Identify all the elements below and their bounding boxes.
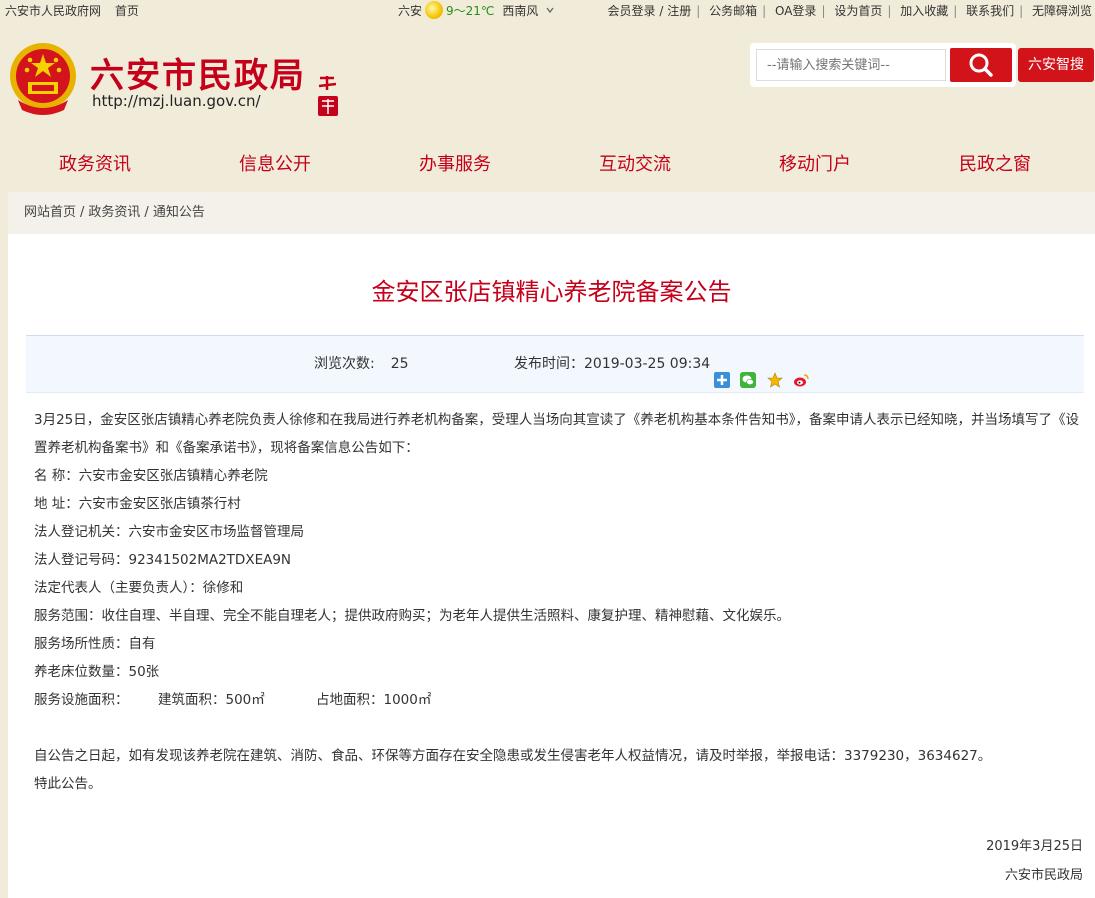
area-label: 服务设施面积：: [34, 692, 129, 708]
contact-link[interactable]: 联系我们: [966, 4, 1014, 18]
content-area: 网站首页 / 政务资讯 / 通知公告 金安区张店镇精心养老院备案公告 浏览次数: 25 发…: [8, 192, 1095, 898]
weibo-icon[interactable]: [793, 356, 810, 387]
national-emblem-icon: [10, 43, 76, 115]
top-bar: 六安市人民政府网 首页 六安 9～21℃ 西南风 会员登录 / 注册 | 公务邮箱 | …: [0, 0, 1095, 22]
chevron-down-icon[interactable]: [546, 5, 554, 15]
gov-site-link[interactable]: 六安市人民政府网: [5, 4, 101, 18]
main-nav: 政务资讯 信息公开 办事服务 互动交流 移动门户 民政之窗: [0, 130, 1095, 192]
article-body: 3月25日，金安区张店镇精心养老院负责人徐修和在我局进行养老机构备案，受理人当场…: [26, 406, 1086, 798]
nav-info-public[interactable]: 信息公开: [200, 150, 350, 176]
field-address: 地 址：六安市金安区张店镇茶行村: [34, 496, 241, 512]
views-value: 25: [390, 356, 409, 372]
smart-search-button[interactable]: 六安智搜: [1018, 48, 1094, 82]
field-service-scope: 服务范围：收住自理、半自理、完全不能自理老人；提供政府购买；为老年人提供生活照料…: [34, 608, 790, 624]
field-name: 名 称：六安市金安区张店镇精心养老院: [34, 468, 268, 484]
intro-paragraph: 3月25日，金安区张店镇精心养老院负责人徐修和在我局进行养老机构备案，受理人当场…: [34, 412, 1080, 456]
view-count: 浏览次数: 25: [314, 336, 409, 392]
sign-org: 六安市民政局: [1004, 868, 1083, 883]
sun-icon: [425, 0, 444, 19]
field-registration-number: 法人登记号码：92341502MA2TDXEA9N: [34, 552, 292, 568]
article-meta: 浏览次数: 25 发布时间：2019-03-25 09:34: [26, 335, 1084, 393]
search-icon: [969, 53, 993, 77]
field-registration-authority: 法人登记机关：六安市金安区市场监督管理局: [34, 524, 304, 540]
breadcrumb: 网站首页 / 政务资讯 / 通知公告: [8, 192, 1095, 234]
nav-services[interactable]: 办事服务: [380, 150, 530, 176]
top-bar-left: 六安市人民政府网 首页: [5, 0, 149, 22]
breadcrumb-notices[interactable]: 通知公告: [153, 205, 205, 220]
weather-widget: 六安 9～21℃ 西南风: [398, 0, 554, 22]
nav-news[interactable]: 政务资讯: [20, 150, 170, 176]
add-favorite-link[interactable]: 加入收藏: [900, 4, 948, 18]
notice-paragraph: 自公告之日起，如有发现该养老院在建筑、消防、食品、环保等方面存在安全隐患或发生侵…: [34, 748, 992, 764]
search-box: [750, 43, 1016, 87]
land-area: 占地面积：1000㎡: [316, 692, 432, 708]
weather-temp: 9～21℃: [446, 4, 495, 18]
weather-city: 六安: [398, 4, 423, 18]
set-homepage-link[interactable]: 设为首页: [834, 4, 882, 18]
share-buttons: [714, 356, 815, 388]
nav-civil-window[interactable]: 民政之窗: [920, 150, 1070, 176]
site-header: 六安市民政局 http://mzj.luan.gov.cn/ 六安智搜: [0, 22, 1095, 130]
building-area: 建筑面积：500㎡: [158, 692, 265, 708]
article-title: 金安区张店镇精心养老院备案公告: [371, 278, 732, 306]
field-bed-count: 养老床位数量：50张: [34, 664, 160, 680]
mail-link[interactable]: 公务邮箱: [709, 4, 757, 18]
breadcrumb-news[interactable]: 政务资讯: [88, 205, 140, 220]
weather-wind: 西南风: [502, 4, 539, 18]
home-link[interactable]: 首页: [115, 4, 139, 18]
search-button[interactable]: [950, 48, 1012, 82]
date-label: 发布时间：: [514, 356, 584, 372]
sign-date: 2019年3月25日: [986, 839, 1083, 854]
publish-time: 发布时间：2019-03-25 09:34: [514, 336, 710, 392]
top-links: 会员登录 / 注册 | 公务邮箱 | OA登录 | 设为首页 | 加入收藏 | 联系我们 |…: [607, 4, 1092, 18]
views-label: 浏览次数:: [314, 356, 375, 372]
member-login-link[interactable]: 会员登录 / 注册: [608, 4, 692, 18]
favorite-star-icon[interactable]: [767, 356, 783, 388]
field-legal-rep: 法定代表人（主要负责人）：徐修和: [34, 580, 244, 596]
oa-login-link[interactable]: OA登录: [775, 4, 816, 18]
wechat-icon[interactable]: [740, 356, 757, 388]
accessibility-link[interactable]: 无障碍浏览: [1032, 4, 1092, 18]
nav-interaction[interactable]: 互动交流: [560, 150, 710, 176]
breadcrumb-home[interactable]: 网站首页: [24, 205, 76, 220]
site-title[interactable]: 六安市民政局: [90, 48, 306, 97]
date-value: 2019-03-25 09:34: [584, 356, 711, 372]
closing-text: 特此公告。: [34, 776, 102, 792]
search-input[interactable]: [756, 49, 946, 81]
site-url[interactable]: http://mzj.luan.gov.cn/: [92, 92, 261, 110]
nav-mobile[interactable]: 移动门户: [740, 150, 890, 176]
calligraphy-seal-icon: [318, 76, 338, 116]
field-premises: 服务场所性质：自有: [34, 636, 156, 652]
share-plus-icon[interactable]: [714, 356, 730, 388]
field-facility-area: 服务设施面积： 建筑面积：500㎡ 占地面积：1000㎡: [26, 686, 1086, 714]
